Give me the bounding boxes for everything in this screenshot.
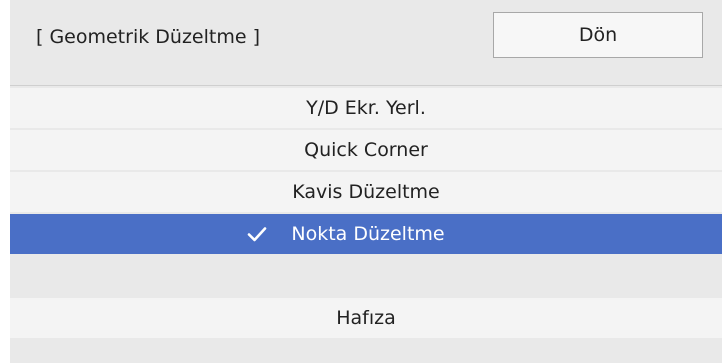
dialog-title: [ Geometrik Düzeltme ] xyxy=(36,26,260,48)
menu-item-label: Hafıza xyxy=(336,307,396,329)
menu-item-memory[interactable]: Hafıza xyxy=(10,298,722,338)
back-button[interactable]: Dön xyxy=(493,12,703,58)
menu-item-curved-surface-correction[interactable]: Kavis Düzeltme xyxy=(10,172,722,212)
header-divider xyxy=(10,85,722,86)
menu-item-point-correction[interactable]: Nokta Düzeltme xyxy=(10,214,722,254)
menu-item-label: Quick Corner xyxy=(304,139,428,161)
menu-item-label: Kavis Düzeltme xyxy=(292,181,440,203)
menu-item-label: Nokta Düzeltme xyxy=(291,223,445,245)
menu-item-quick-corner[interactable]: Quick Corner xyxy=(10,130,722,170)
menu-item-label: Y/D Ekr. Yerl. xyxy=(306,97,426,119)
empty-row xyxy=(10,256,722,296)
geometric-correction-dialog: [ Geometrik Düzeltme ] Dön Y/D Ekr. Yerl… xyxy=(10,0,722,363)
menu-item-hv-keystone[interactable]: Y/D Ekr. Yerl. xyxy=(10,88,722,128)
checkmark-icon xyxy=(247,227,267,242)
